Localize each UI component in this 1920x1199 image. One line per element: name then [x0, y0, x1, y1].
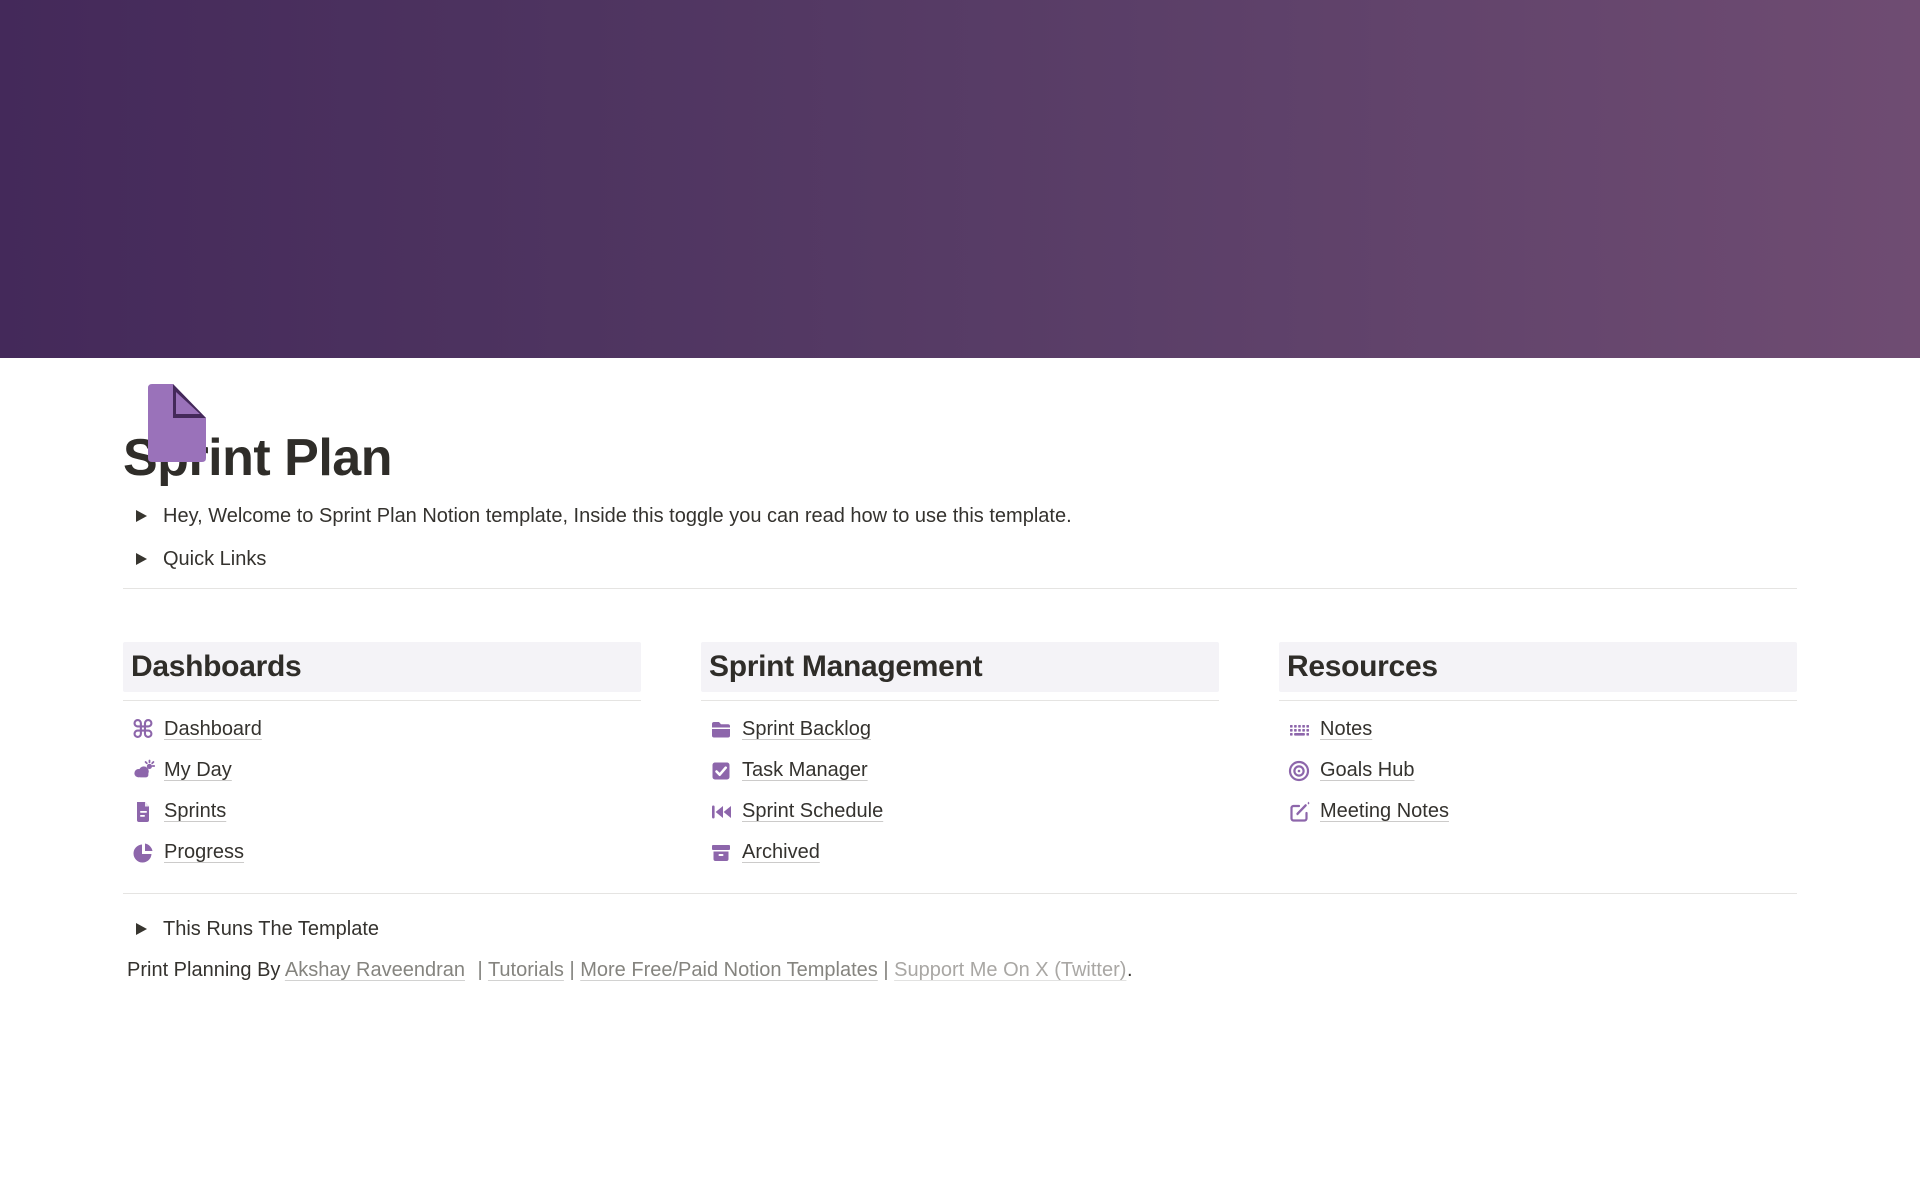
footer-period: .: [1127, 959, 1133, 981]
sun-cloud-icon: [131, 759, 155, 783]
divider: [123, 893, 1797, 894]
link-progress[interactable]: Progress: [123, 832, 641, 873]
link-columns: Dashboards ⌘ Dashboard: [123, 642, 1797, 873]
toggle-list: Hey, Welcome to Sprint Plan Notion templ…: [123, 494, 1797, 580]
toggle-runs-template-label: This Runs The Template: [163, 914, 379, 944]
cover-image: [0, 0, 1920, 358]
link-sprints[interactable]: Sprints: [123, 791, 641, 832]
link-label: Progress: [164, 841, 244, 864]
link-sprint-backlog[interactable]: Sprint Backlog: [701, 709, 1219, 750]
link-label: Task Manager: [742, 759, 868, 782]
column-heading-sprint-management: Sprint Management: [701, 642, 1219, 692]
link-label: My Day: [164, 759, 232, 782]
link-list: Sprint Backlog Task Manager: [701, 709, 1219, 873]
column-heading-dashboards: Dashboards: [123, 642, 641, 692]
link-label: Sprint Backlog: [742, 718, 871, 741]
toggle-triangle-icon[interactable]: [129, 547, 153, 571]
link-goals-hub[interactable]: Goals Hub: [1279, 750, 1797, 791]
link-archived[interactable]: Archived: [701, 832, 1219, 873]
document-icon: [131, 800, 155, 824]
toggle-quick-links-label: Quick Links: [163, 544, 266, 574]
column-heading-label: Resources: [1287, 650, 1438, 684]
footer-separator: |: [883, 959, 888, 981]
column-sprint-management: Sprint Management Sprint Backlog: [701, 642, 1219, 873]
checkbox-icon: [709, 759, 733, 783]
page-content: Sprint Plan Hey, Welcome to Sprint Plan …: [123, 428, 1797, 990]
footer-separator: |: [478, 959, 483, 981]
link-label: Sprint Schedule: [742, 800, 883, 823]
column-heading-label: Dashboards: [131, 650, 301, 684]
command-icon: ⌘: [131, 718, 155, 742]
footer-credits: Print Planning By Akshay Raveendran | Tu…: [123, 950, 1797, 990]
column-dashboards: Dashboards ⌘ Dashboard: [123, 642, 641, 873]
footer-link-support[interactable]: Support Me On X (Twitter): [894, 959, 1126, 981]
toggle-welcome[interactable]: Hey, Welcome to Sprint Plan Notion templ…: [123, 494, 1797, 537]
link-list: ⌘ Dashboard: [123, 709, 641, 873]
command-glyph: ⌘: [131, 718, 154, 742]
column-heading-resources: Resources: [1279, 642, 1797, 692]
notion-page: Sprint Plan Hey, Welcome to Sprint Plan …: [0, 0, 1920, 1199]
toggle-triangle-icon[interactable]: [129, 504, 153, 528]
footer-separator: |: [569, 959, 574, 981]
folder-icon: [709, 718, 733, 742]
archive-icon: [709, 841, 733, 865]
toggle-welcome-label: Hey, Welcome to Sprint Plan Notion templ…: [163, 501, 1072, 531]
edit-icon: [1287, 800, 1311, 824]
pie-chart-icon: [131, 841, 155, 865]
link-list: Notes Goals Hub: [1279, 709, 1797, 832]
toggle-runs-template[interactable]: This Runs The Template: [123, 907, 1797, 950]
page-title: Sprint Plan: [123, 428, 1797, 488]
footer-link-templates[interactable]: More Free/Paid Notion Templates: [580, 959, 878, 981]
column-divider: [701, 700, 1219, 701]
column-divider: [123, 700, 641, 701]
page-document-icon-svg: [145, 384, 209, 462]
link-task-manager[interactable]: Task Manager: [701, 750, 1219, 791]
link-my-day[interactable]: My Day: [123, 750, 641, 791]
link-meeting-notes[interactable]: Meeting Notes: [1279, 791, 1797, 832]
link-label: Meeting Notes: [1320, 800, 1449, 823]
link-label: Goals Hub: [1320, 759, 1415, 782]
column-heading-label: Sprint Management: [709, 650, 982, 684]
divider: [123, 588, 1797, 589]
link-sprint-schedule[interactable]: Sprint Schedule: [701, 791, 1219, 832]
link-dashboard[interactable]: ⌘ Dashboard: [123, 709, 641, 750]
link-label: Archived: [742, 841, 820, 864]
rewind-icon: [709, 800, 733, 824]
footer-text: Print Planning By: [127, 959, 280, 981]
toggle-triangle-icon[interactable]: [129, 917, 153, 941]
column-resources: Resources: [1279, 642, 1797, 873]
link-notes[interactable]: Notes: [1279, 709, 1797, 750]
link-label: Notes: [1320, 718, 1372, 741]
link-label: Sprints: [164, 800, 226, 823]
toggle-quick-links[interactable]: Quick Links: [123, 537, 1797, 580]
footer-link-author[interactable]: Akshay Raveendran: [285, 959, 465, 981]
target-icon: [1287, 759, 1311, 783]
page-document-icon[interactable]: [145, 384, 209, 462]
keyboard-icon: [1287, 718, 1311, 742]
link-label: Dashboard: [164, 718, 262, 741]
footer-link-tutorials[interactable]: Tutorials: [488, 959, 564, 981]
column-divider: [1279, 700, 1797, 701]
